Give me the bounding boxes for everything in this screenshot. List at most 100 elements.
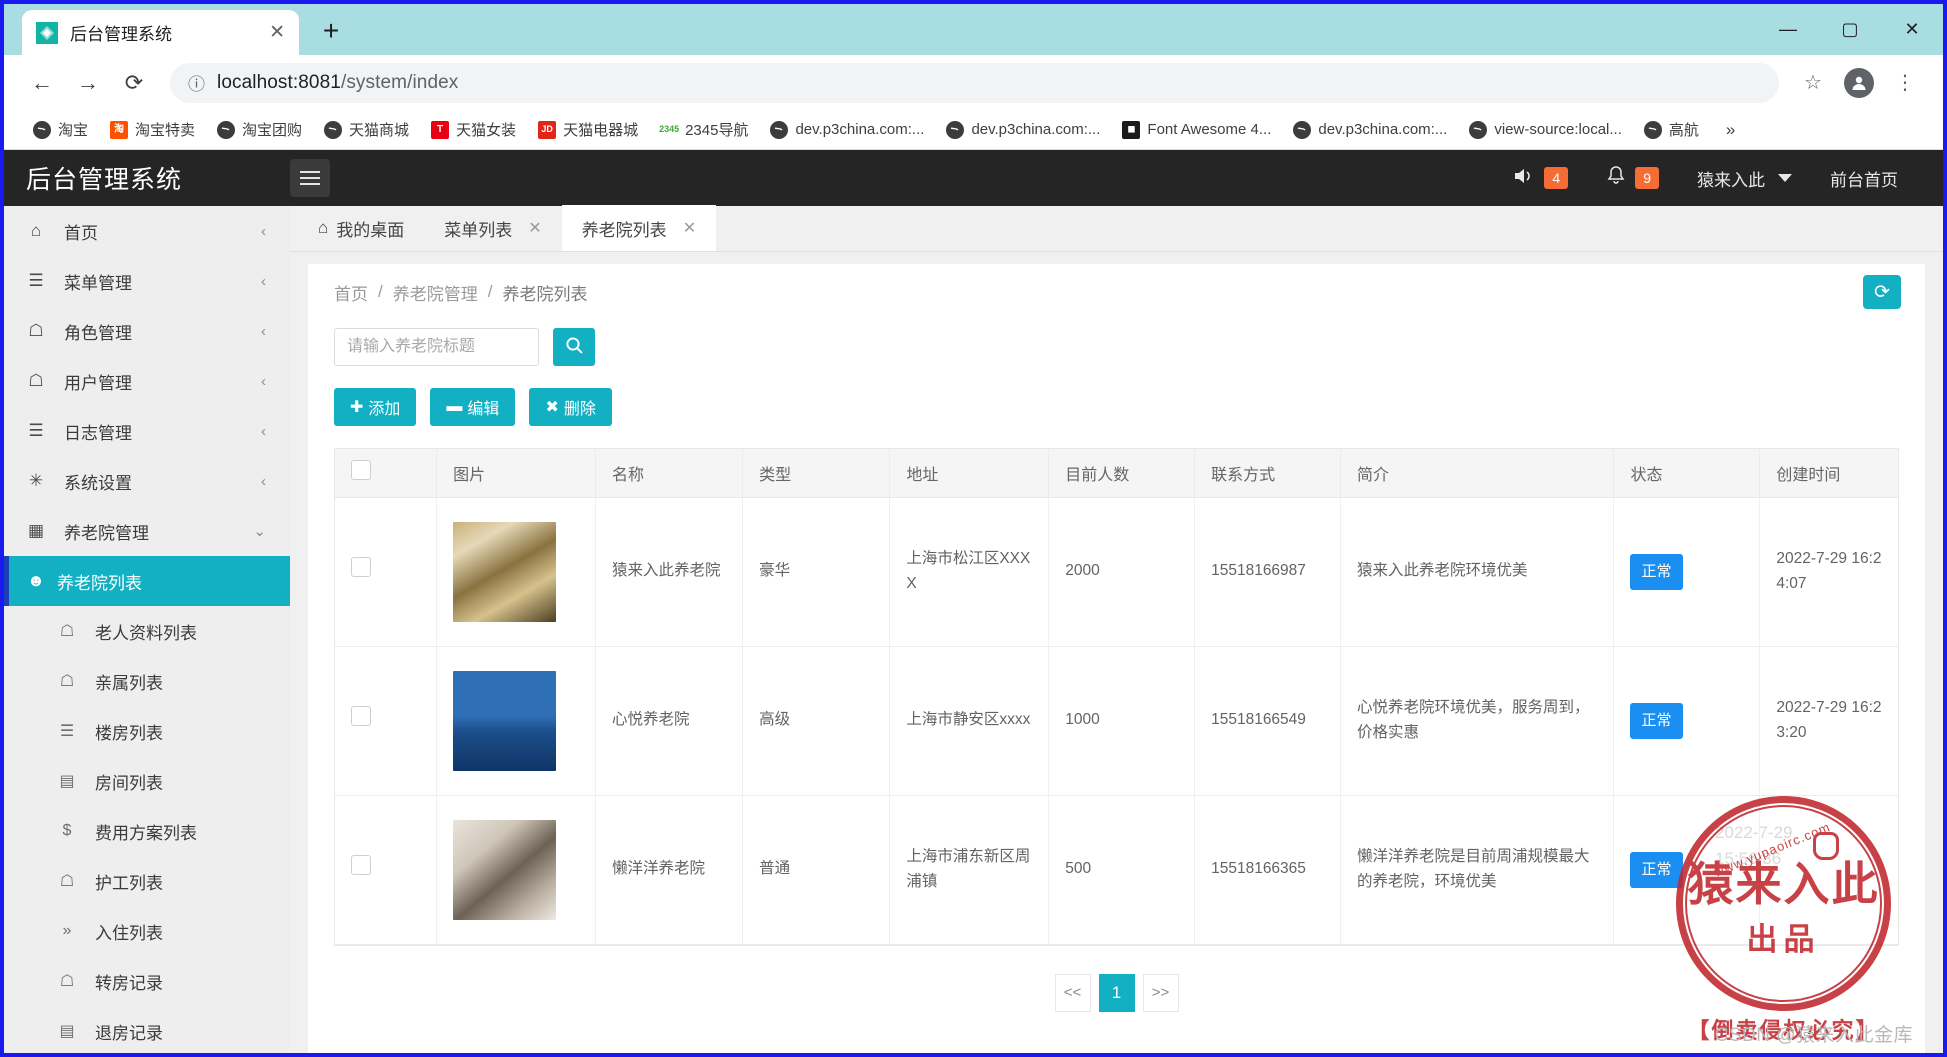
bookmark-label: 淘宝 bbox=[58, 122, 89, 139]
row-phone: 15518166549 bbox=[1194, 646, 1341, 796]
sidebar-subitem-5[interactable]: $ 费用方案列表 bbox=[4, 806, 290, 856]
sidebar-subitem-0[interactable]: ☻ 养老院列表 bbox=[4, 556, 290, 606]
column-header-2: 名称 bbox=[595, 449, 744, 498]
select-all-checkbox[interactable] bbox=[351, 460, 371, 481]
address-bar[interactable]: ⓘ localhost:8081/system/index bbox=[170, 62, 1779, 103]
breadcrumb-item-1[interactable]: 养老院管理 bbox=[393, 280, 478, 305]
bookmark-item[interactable]: dev.p3china.com:... bbox=[759, 114, 935, 146]
front-page-link[interactable]: 前台首页 bbox=[1811, 166, 1917, 191]
bookmark-item[interactable]: T 天猫女装 bbox=[420, 114, 527, 146]
bookmark-label: 高航 bbox=[1668, 122, 1699, 139]
forward-icon[interactable]: → bbox=[68, 63, 108, 103]
bookmark-item[interactable]: view-source:local... bbox=[1458, 114, 1633, 146]
sidebar-subitem-4[interactable]: ▤ 房间列表 bbox=[4, 756, 290, 806]
sidebar-item-1[interactable]: ☰ 菜单管理 ‹ bbox=[4, 256, 290, 306]
bookmark-label: dev.p3china.com:... bbox=[1318, 121, 1448, 138]
refresh-button[interactable]: ⟳ bbox=[1863, 275, 1901, 309]
delete-button[interactable]: ✖ 删除 bbox=[529, 388, 612, 426]
sidebar-item-3[interactable]: ☖ 用户管理 ‹ bbox=[4, 356, 290, 406]
app-body: ⌂ 首页 ‹ ☰ 菜单管理 ‹ ☖ 角色管理 ‹ ☖ 用户管理 ‹ ☰ 日志管理 ‹ ✳ 系统设置 ‹ ▦ 养老院管理… bbox=[4, 205, 1943, 1053]
row-created-cell: 2022-7-29 16:23:20 bbox=[1759, 646, 1898, 796]
bookmark-item[interactable]: 淘宝 bbox=[22, 114, 99, 146]
bookmark-item[interactable]: JD 天猫电器城 bbox=[527, 114, 649, 146]
pagination-next[interactable]: >> bbox=[1142, 973, 1179, 1012]
bookmark-label: 淘宝团购 bbox=[242, 122, 303, 139]
favicon-icon bbox=[36, 21, 58, 44]
sidebar-item-label: 首页 bbox=[64, 223, 98, 243]
bookmark-item[interactable]: ◼ Font Awesome 4... bbox=[1111, 114, 1282, 146]
sidebar-subitem-3[interactable]: ☰ 楼房列表 bbox=[4, 706, 290, 756]
page-tab-1[interactable]: 菜单列表 ✕ bbox=[424, 205, 561, 251]
search-input[interactable] bbox=[334, 328, 539, 366]
content-area: 首页 / 养老院管理 / 养老院列表 ⟳ 请输入养老院标题 ✚ 添加 ▬ 编辑 … bbox=[290, 252, 1943, 1053]
table-row[interactable]: 猿来入此养老院 豪华 上海市松江区XXXX 2000 15518166987 猿来入此养老… bbox=[335, 497, 1898, 647]
row-checkbox[interactable] bbox=[351, 706, 371, 727]
status-badge[interactable]: 正常 bbox=[1630, 702, 1683, 739]
back-icon[interactable]: ← bbox=[22, 63, 62, 103]
sidebar-subitem-8[interactable]: ☖ 转房记录 bbox=[4, 956, 290, 1006]
pagination-page-1[interactable]: 1 bbox=[1098, 973, 1135, 1012]
minimize-button[interactable]: — bbox=[1757, 4, 1819, 55]
globe-icon bbox=[1643, 120, 1662, 139]
sidebar-subitem-7[interactable]: » 入住列表 bbox=[4, 906, 290, 956]
row-checkbox[interactable] bbox=[351, 557, 371, 578]
status-badge[interactable]: 正常 bbox=[1630, 553, 1683, 590]
maximize-button[interactable]: ▢ bbox=[1819, 4, 1881, 55]
close-window-button[interactable]: ✕ bbox=[1881, 4, 1943, 55]
sidebar-subitem-label: 退房记录 bbox=[95, 1023, 163, 1043]
reload-icon[interactable]: ⟳ bbox=[114, 63, 154, 103]
search-button[interactable] bbox=[553, 328, 595, 366]
sidebar: ⌂ 首页 ‹ ☰ 菜单管理 ‹ ☖ 角色管理 ‹ ☖ 用户管理 ‹ ☰ 日志管理 ‹ ✳ 系统设置 ‹ ▦ 养老院管理… bbox=[4, 206, 290, 1053]
chrome-menu-icon[interactable]: ⋮ bbox=[1885, 63, 1925, 103]
new-tab-button[interactable]: + bbox=[309, 9, 353, 53]
sidebar-item-5[interactable]: ✳ 系统设置 ‹ bbox=[4, 456, 290, 506]
add-button[interactable]: ✚ 添加 bbox=[334, 388, 417, 426]
bookmark-item[interactable]: 淘淘宝特卖 bbox=[99, 114, 206, 146]
page-tab-close-icon[interactable]: ✕ bbox=[528, 218, 541, 238]
user-menu[interactable]: 猿来入此 bbox=[1678, 166, 1811, 191]
sidebar-item-0[interactable]: ⌂ 首页 ‹ bbox=[4, 206, 290, 256]
building-icon: ☻ bbox=[27, 571, 45, 590]
breadcrumb-item-0[interactable]: 首页 bbox=[334, 280, 368, 305]
breadcrumb-separator: / bbox=[487, 282, 493, 301]
bookmark-star-icon[interactable]: ☆ bbox=[1793, 63, 1833, 103]
bookmark-label: 天猫女装 bbox=[456, 122, 517, 139]
sidebar-subitem-1[interactable]: ☖ 老人资料列表 bbox=[4, 606, 290, 656]
sidebar-subitem-6[interactable]: ☖ 护工列表 bbox=[4, 856, 290, 906]
row-checkbox[interactable] bbox=[351, 855, 371, 876]
table-row[interactable]: 心悦养老院 高级 上海市静安区xxxx 1000 15518166549 心悦养老院环境优… bbox=[335, 646, 1898, 796]
bookmark-item[interactable]: 淘宝团购 bbox=[206, 114, 313, 146]
bookmark-item[interactable]: dev.p3china.com:... bbox=[1282, 114, 1458, 146]
bookmarks-overflow-icon[interactable]: » bbox=[1716, 120, 1745, 140]
browser-tab[interactable]: 后台管理系统 ✕ bbox=[22, 10, 299, 55]
page-tab-0[interactable]: ⌂ 我的桌面 bbox=[298, 205, 424, 251]
bookmark-item[interactable]: 天猫商城 bbox=[313, 114, 420, 146]
app-header: 后台管理系统 4 9 猿来入此 前台首页 bbox=[4, 150, 1943, 206]
sidebar-item-2[interactable]: ☖ 角色管理 ‹ bbox=[4, 306, 290, 356]
browser-tab-close-icon[interactable]: ✕ bbox=[269, 21, 285, 44]
sidebar-item-6[interactable]: ▦ 养老院管理 ⌄ bbox=[4, 506, 290, 556]
address-bar-url: localhost:8081/system/index bbox=[217, 71, 459, 93]
sidebar-toggle-icon[interactable] bbox=[290, 159, 330, 197]
bell-notifications[interactable]: 9 bbox=[1587, 165, 1678, 191]
bookmark-item[interactable]: 高航 bbox=[1633, 114, 1710, 146]
pagination-prev[interactable]: << bbox=[1054, 973, 1091, 1012]
chevron-icon: ‹ bbox=[261, 472, 266, 490]
bookmark-item[interactable]: dev.p3china.com:... bbox=[935, 114, 1111, 146]
page-tab-close-icon[interactable]: ✕ bbox=[683, 218, 696, 238]
select-all-header bbox=[335, 449, 438, 498]
edit-button[interactable]: ▬ 编辑 bbox=[430, 388, 516, 426]
sound-notifications[interactable]: 4 bbox=[1494, 166, 1587, 191]
sidebar-subitem-9[interactable]: ▤ 退房记录 bbox=[4, 1006, 290, 1053]
table-row[interactable]: 懒洋洋养老院 普通 上海市浦东新区周浦镇 500 15518166365 懒洋洋养老院是目… bbox=[335, 795, 1898, 945]
search-icon bbox=[565, 336, 584, 358]
profile-avatar[interactable] bbox=[1839, 63, 1879, 103]
sidebar-subitem-2[interactable]: ☖ 亲属列表 bbox=[4, 656, 290, 706]
bookmark-item[interactable]: 2345 2345导航 bbox=[649, 114, 759, 146]
globe-icon bbox=[1469, 120, 1488, 139]
edit-button-icon: ▬ bbox=[446, 398, 463, 415]
browser-window: 后台管理系统 ✕ + — ▢ ✕ ← → ⟳ ⓘ localhost:8081/… bbox=[0, 0, 1947, 1057]
status-badge[interactable]: 正常 bbox=[1630, 851, 1683, 888]
page-tab-2[interactable]: 养老院列表 ✕ bbox=[561, 205, 717, 251]
sidebar-item-4[interactable]: ☰ 日志管理 ‹ bbox=[4, 406, 290, 456]
